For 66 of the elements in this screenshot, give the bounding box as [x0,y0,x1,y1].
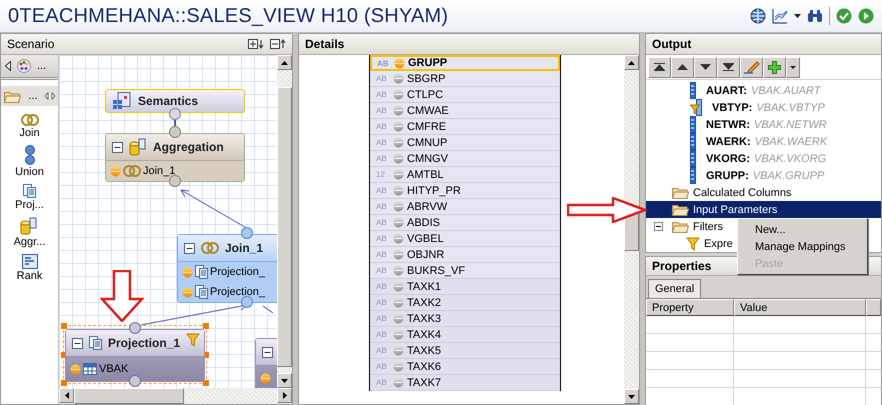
input-label: Join_1 [143,165,176,177]
column-source: VBAK.AUART [750,84,820,96]
folder-label: Calculated Columns [693,186,792,198]
type-label: AB [376,378,388,387]
node-title: Aggregation [153,140,224,154]
type-label: AB [376,154,388,163]
type-label: AB [376,186,388,195]
field-name: ABRVW [407,200,448,212]
type-label: AB [376,74,388,83]
input-label: Projection_ [210,266,266,278]
panel-title: Details [305,37,344,51]
field-name: TAXK6 [407,360,442,372]
field-name: VGBEL [407,232,444,244]
folder-label: Filters [693,220,723,232]
column-source: VBAK.NETWR [754,118,827,130]
panel-title: Output [652,37,692,51]
column-source: VBAK.VBTYP [756,102,825,114]
type-label: AB [377,58,390,68]
column-source: VBAK.WAERK [754,136,828,148]
type-label: AB [376,298,388,307]
palette-label: ... [37,60,46,72]
field-name: SBGRP [407,72,446,84]
type-label: AB [376,234,388,243]
field-name: OBJNR [407,248,444,260]
type-label: AB [376,138,388,147]
field-name: ABDIS [407,216,440,228]
column-source: VBAK.GRUPP [752,170,824,182]
field-name: CMNUP [407,136,448,148]
type-label: 12 [376,170,386,179]
type-label: AB [376,346,388,355]
field-name: TAXK7 [407,376,442,388]
field-name: BUKRS_VF [407,264,466,276]
type-label: AB [376,90,388,99]
field-name: TAXK5 [407,344,442,356]
field-name: TAXK2 [407,296,442,308]
node-title: Semantics [138,94,198,108]
type-label: AB [376,314,388,323]
column-source: VBAK.VKORG [754,152,826,164]
field-name: CMNGV [407,152,448,164]
field-name: GRUPP [408,57,448,69]
field-name: TAXK4 [407,328,442,340]
type-label: AB [376,122,388,131]
field-name: CMWAE [407,104,449,116]
field-name: TAXK1 [407,280,442,292]
field-name: CTLPC [407,88,444,100]
window-title: 0TEACHMEHANA::SALES_VIEW H10 (SHYAM) [8,4,448,28]
input-label: VBAK [99,363,128,375]
field-name: AMTBL [407,168,444,180]
panel-title: Scenario [7,37,54,51]
type-label: AB [376,362,388,371]
node-title: Projection_1 [108,336,180,350]
field-name: HITYP_PR [407,184,461,196]
input-label: Projection_ [210,286,266,298]
field-name: CMFRE [407,120,446,132]
type-label: AB [376,106,388,115]
node-title: Join_1 [225,241,264,255]
folder-label: Input Parameters [693,204,778,216]
drawer-label: ... [28,90,38,102]
type-label: AB [376,282,388,291]
type-label: AB [376,218,388,227]
panel-title: Properties [652,259,712,273]
type-label: AB [376,330,388,339]
type-label: AB [376,202,388,211]
type-label: AB [376,266,388,275]
type-label: AB [376,250,388,259]
field-name: TAXK3 [407,312,442,324]
